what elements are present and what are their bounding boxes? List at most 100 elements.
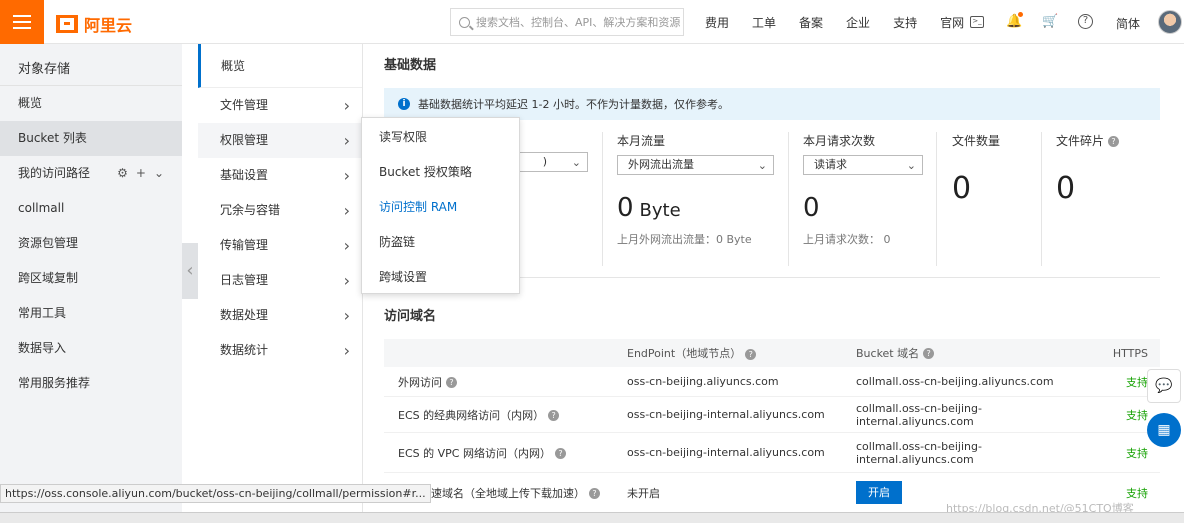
request-type-select[interactable]: 读请求 ⌄: [803, 155, 923, 175]
sidebar-item-bucket-list[interactable]: Bucket 列表: [0, 121, 182, 156]
aliyun-logo[interactable]: 阿里云: [56, 12, 132, 36]
traffic-value: 0 Byte: [617, 193, 681, 223]
notice-banner: i 基础数据统计平均延迟 1-2 小时。不作为计量数据，仅作参考。: [384, 88, 1160, 120]
subnav-transfer[interactable]: 传输管理 ›: [198, 228, 362, 263]
menu-item-cors[interactable]: 跨域设置: [362, 260, 519, 295]
traffic-last-month: 上月外网流出流量：0 Byte: [617, 233, 752, 246]
subnav-data-processing[interactable]: 数据处理 ›: [198, 298, 362, 333]
endpoint-table: EndPoint（地域节点）? Bucket 域名? HTTPS 外网访问? o…: [384, 339, 1160, 513]
traffic-type-select[interactable]: 外网流出流量 ⌄: [617, 155, 774, 175]
fragments-value: 0: [1056, 171, 1076, 206]
top-bar: 阿里云 搜索文档、控制台、API、解决方案和资源 费用 工单 备案 企业 支持 …: [0, 0, 1184, 44]
help-icon[interactable]: ?: [589, 488, 600, 499]
request-select-value: 读请求: [814, 158, 847, 171]
subnav-label: 冗余与容错: [220, 203, 281, 217]
chat-icon[interactable]: 💬: [1147, 369, 1181, 403]
top-nav: 费用 工单 备案 企业 支持 官网: [705, 0, 987, 44]
divider: [936, 132, 937, 266]
divider: [788, 132, 789, 266]
row-name: ECS 的经典网络访问（内网）?: [384, 407, 627, 423]
help-icon[interactable]: ?: [745, 348, 757, 360]
help-icon[interactable]: ?: [923, 348, 935, 359]
subnav-permissions[interactable]: 权限管理 ›: [198, 123, 362, 158]
files-value: 0: [952, 171, 972, 206]
menu-item-hotlink[interactable]: 防盗链: [362, 225, 519, 260]
header-https: HTTPS: [1112, 346, 1148, 360]
nav-official-site[interactable]: 官网: [940, 14, 964, 31]
chevron-right-icon: ›: [343, 166, 350, 185]
cart-icon[interactable]: 🛒: [1042, 14, 1058, 30]
sidebar-item-overview[interactable]: 概览: [0, 86, 182, 121]
menu-item-bucket-policy[interactable]: Bucket 授权策略: [362, 155, 519, 190]
row-domain: collmall.oss-cn-beijing.aliyuncs.com: [856, 375, 1054, 388]
sidebar: 对象存储 概览 Bucket 列表 我的访问路径 ⚙ + ⌄ collmall …: [0, 44, 182, 523]
header-endpoint: EndPoint（地域节点）?: [627, 345, 856, 361]
gear-icon[interactable]: ⚙: [117, 156, 128, 191]
sidebar-item-tools[interactable]: 常用工具: [0, 296, 182, 331]
help-icon[interactable]: ?: [1108, 136, 1120, 147]
help-icon[interactable]: ?: [446, 377, 457, 388]
menu-item-rw-permission[interactable]: 读写权限: [362, 120, 519, 155]
sidebar-item-resource-packs[interactable]: 资源包管理: [0, 226, 182, 261]
table-header: EndPoint（地域节点）? Bucket 域名? HTTPS: [384, 339, 1160, 367]
nav-support[interactable]: 支持: [893, 14, 917, 31]
nav-enterprise[interactable]: 企业: [846, 14, 870, 31]
chevron-right-icon: ›: [343, 96, 350, 115]
sidebar-item-cross-region[interactable]: 跨区域复制: [0, 261, 182, 296]
aliyun-logo-icon: [56, 15, 78, 33]
sidebar-item-my-paths[interactable]: 我的访问路径 ⚙ + ⌄: [0, 156, 182, 191]
menu-item-ram[interactable]: 访问控制 RAM: [362, 190, 519, 225]
row-name: 外网访问?: [384, 374, 627, 390]
chevron-down-icon[interactable]: ⌄: [154, 156, 164, 191]
traffic-select-value: 外网流出流量: [628, 158, 694, 171]
subnav-label: 基础设置: [220, 168, 269, 182]
add-icon[interactable]: +: [136, 156, 146, 191]
help-icon[interactable]: ?: [1078, 14, 1093, 29]
subnav-label: 权限管理: [220, 133, 269, 147]
traffic-label: 本月流量: [617, 134, 666, 148]
subnav-label: 数据处理: [220, 308, 269, 322]
requests-last-month: 上月请求次数： 0: [803, 233, 891, 246]
row-endpoint: oss-cn-beijing.aliyuncs.com: [627, 375, 779, 388]
search-input[interactable]: 搜索文档、控制台、API、解决方案和资源: [450, 8, 684, 36]
subnav-redundancy[interactable]: 冗余与容错 ›: [198, 193, 362, 228]
subnav-label: 日志管理: [220, 273, 269, 287]
avatar[interactable]: [1158, 10, 1182, 34]
menu-icon[interactable]: [0, 0, 44, 44]
domain-title: 访问域名: [384, 309, 437, 324]
sidebar-item-label: 我的访问路径: [18, 166, 91, 180]
enable-acceleration-button[interactable]: 开启: [856, 481, 902, 504]
divider: [1041, 132, 1042, 266]
row-name: ECS 的 VPC 网络访问（内网）?: [384, 445, 627, 461]
help-icon[interactable]: ?: [554, 448, 566, 459]
row-endpoint: oss-cn-beijing-internal.aliyuncs.com: [627, 446, 825, 459]
sidebar-item-collmall[interactable]: collmall: [0, 191, 182, 226]
language-switch[interactable]: 简体: [1116, 15, 1140, 32]
apps-grid-icon[interactable]: ▦: [1147, 413, 1181, 447]
chevron-right-icon: ›: [343, 341, 350, 360]
row-endpoint: oss-cn-beijing-internal.aliyuncs.com: [627, 408, 825, 421]
chevron-down-icon: ⌄: [906, 159, 916, 172]
notice-text: 基础数据统计平均延迟 1-2 小时。不作为计量数据，仅作参考。: [418, 98, 729, 111]
subnav-overview[interactable]: 概览: [198, 44, 362, 88]
nav-filing[interactable]: 备案: [799, 14, 823, 31]
sidebar-item-data-import[interactable]: 数据导入: [0, 331, 182, 366]
subnav-files[interactable]: 文件管理 ›: [198, 88, 362, 123]
subnav-label: 传输管理: [220, 238, 269, 252]
chevron-down-icon: ⌄: [571, 156, 581, 169]
collapse-sidebar-icon[interactable]: ‹: [182, 243, 198, 299]
help-icon[interactable]: ?: [548, 410, 560, 421]
sidebar-item-recommend[interactable]: 常用服务推荐: [0, 366, 182, 401]
subnav-statistics[interactable]: 数据统计 ›: [198, 333, 362, 368]
requests-value: 0: [803, 193, 820, 223]
row-domain: collmall.oss-cn-beijing-internal.aliyunc…: [856, 401, 982, 428]
terminal-icon[interactable]: >_: [970, 16, 984, 28]
fragments-label: 文件碎片: [1056, 134, 1105, 148]
nav-fees[interactable]: 费用: [705, 14, 729, 31]
nav-tickets[interactable]: 工单: [752, 14, 776, 31]
table-row: ECS 的 VPC 网络访问（内网）? oss-cn-beijing-inter…: [384, 433, 1160, 473]
subnav-logs[interactable]: 日志管理 ›: [198, 263, 362, 298]
subnav-basic-settings[interactable]: 基础设置 ›: [198, 158, 362, 193]
chevron-right-icon: ›: [343, 271, 350, 290]
logo-text: 阿里云: [84, 16, 133, 35]
